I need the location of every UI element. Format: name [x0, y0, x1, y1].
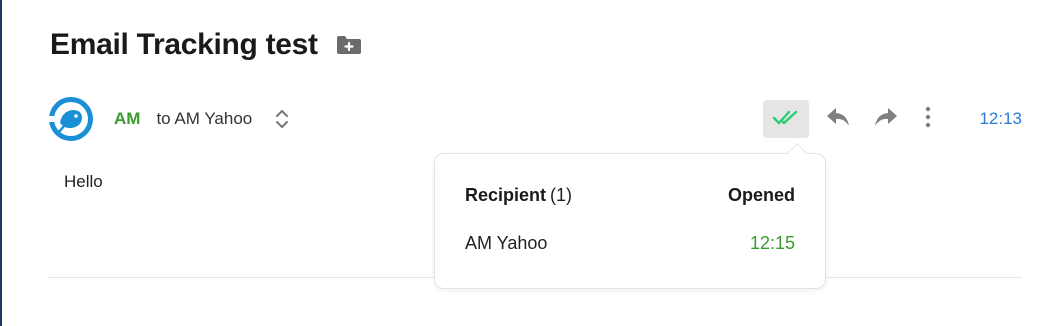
email-view: Email Tracking test AM to AM Yahoo 12:13…	[0, 0, 1056, 326]
popover-arrow	[787, 143, 807, 163]
tracking-button[interactable]	[763, 100, 810, 138]
more-options-button[interactable]	[915, 100, 941, 138]
recipient-line: to AM Yahoo	[156, 109, 253, 128]
sender-row: AM to AM Yahoo 12:13	[48, 96, 1022, 142]
reply-button[interactable]	[819, 100, 857, 138]
popover-header: Recipient (1) Opened	[465, 185, 795, 206]
forward-button[interactable]	[867, 100, 905, 138]
message-time: 12:13	[979, 109, 1022, 128]
reply-icon	[825, 106, 851, 133]
tracking-popover: Recipient (1) Opened AM Yahoo 12:15	[434, 143, 826, 289]
email-subject: Email Tracking test	[50, 28, 318, 61]
mailbird-logo-icon	[48, 96, 94, 142]
message-body: Hello	[64, 172, 103, 191]
tracking-opened-time: 12:15	[749, 233, 795, 253]
tracking-row: AM Yahoo 12:15	[465, 233, 795, 254]
subject-row: Email Tracking test	[50, 28, 362, 62]
chevron-up-down-icon[interactable]	[274, 107, 290, 131]
tracking-recipient: AM Yahoo	[465, 233, 548, 253]
sender-name[interactable]: AM	[114, 109, 140, 129]
recipient-column-label: Recipient	[465, 185, 547, 205]
recipient-count: (1)	[550, 185, 573, 205]
double-check-icon	[772, 108, 800, 131]
more-vertical-icon	[925, 106, 931, 133]
message-actions	[763, 100, 941, 138]
folder-add-icon[interactable]	[336, 34, 362, 56]
opened-column-label: Opened	[727, 185, 795, 205]
forward-icon	[873, 106, 899, 133]
